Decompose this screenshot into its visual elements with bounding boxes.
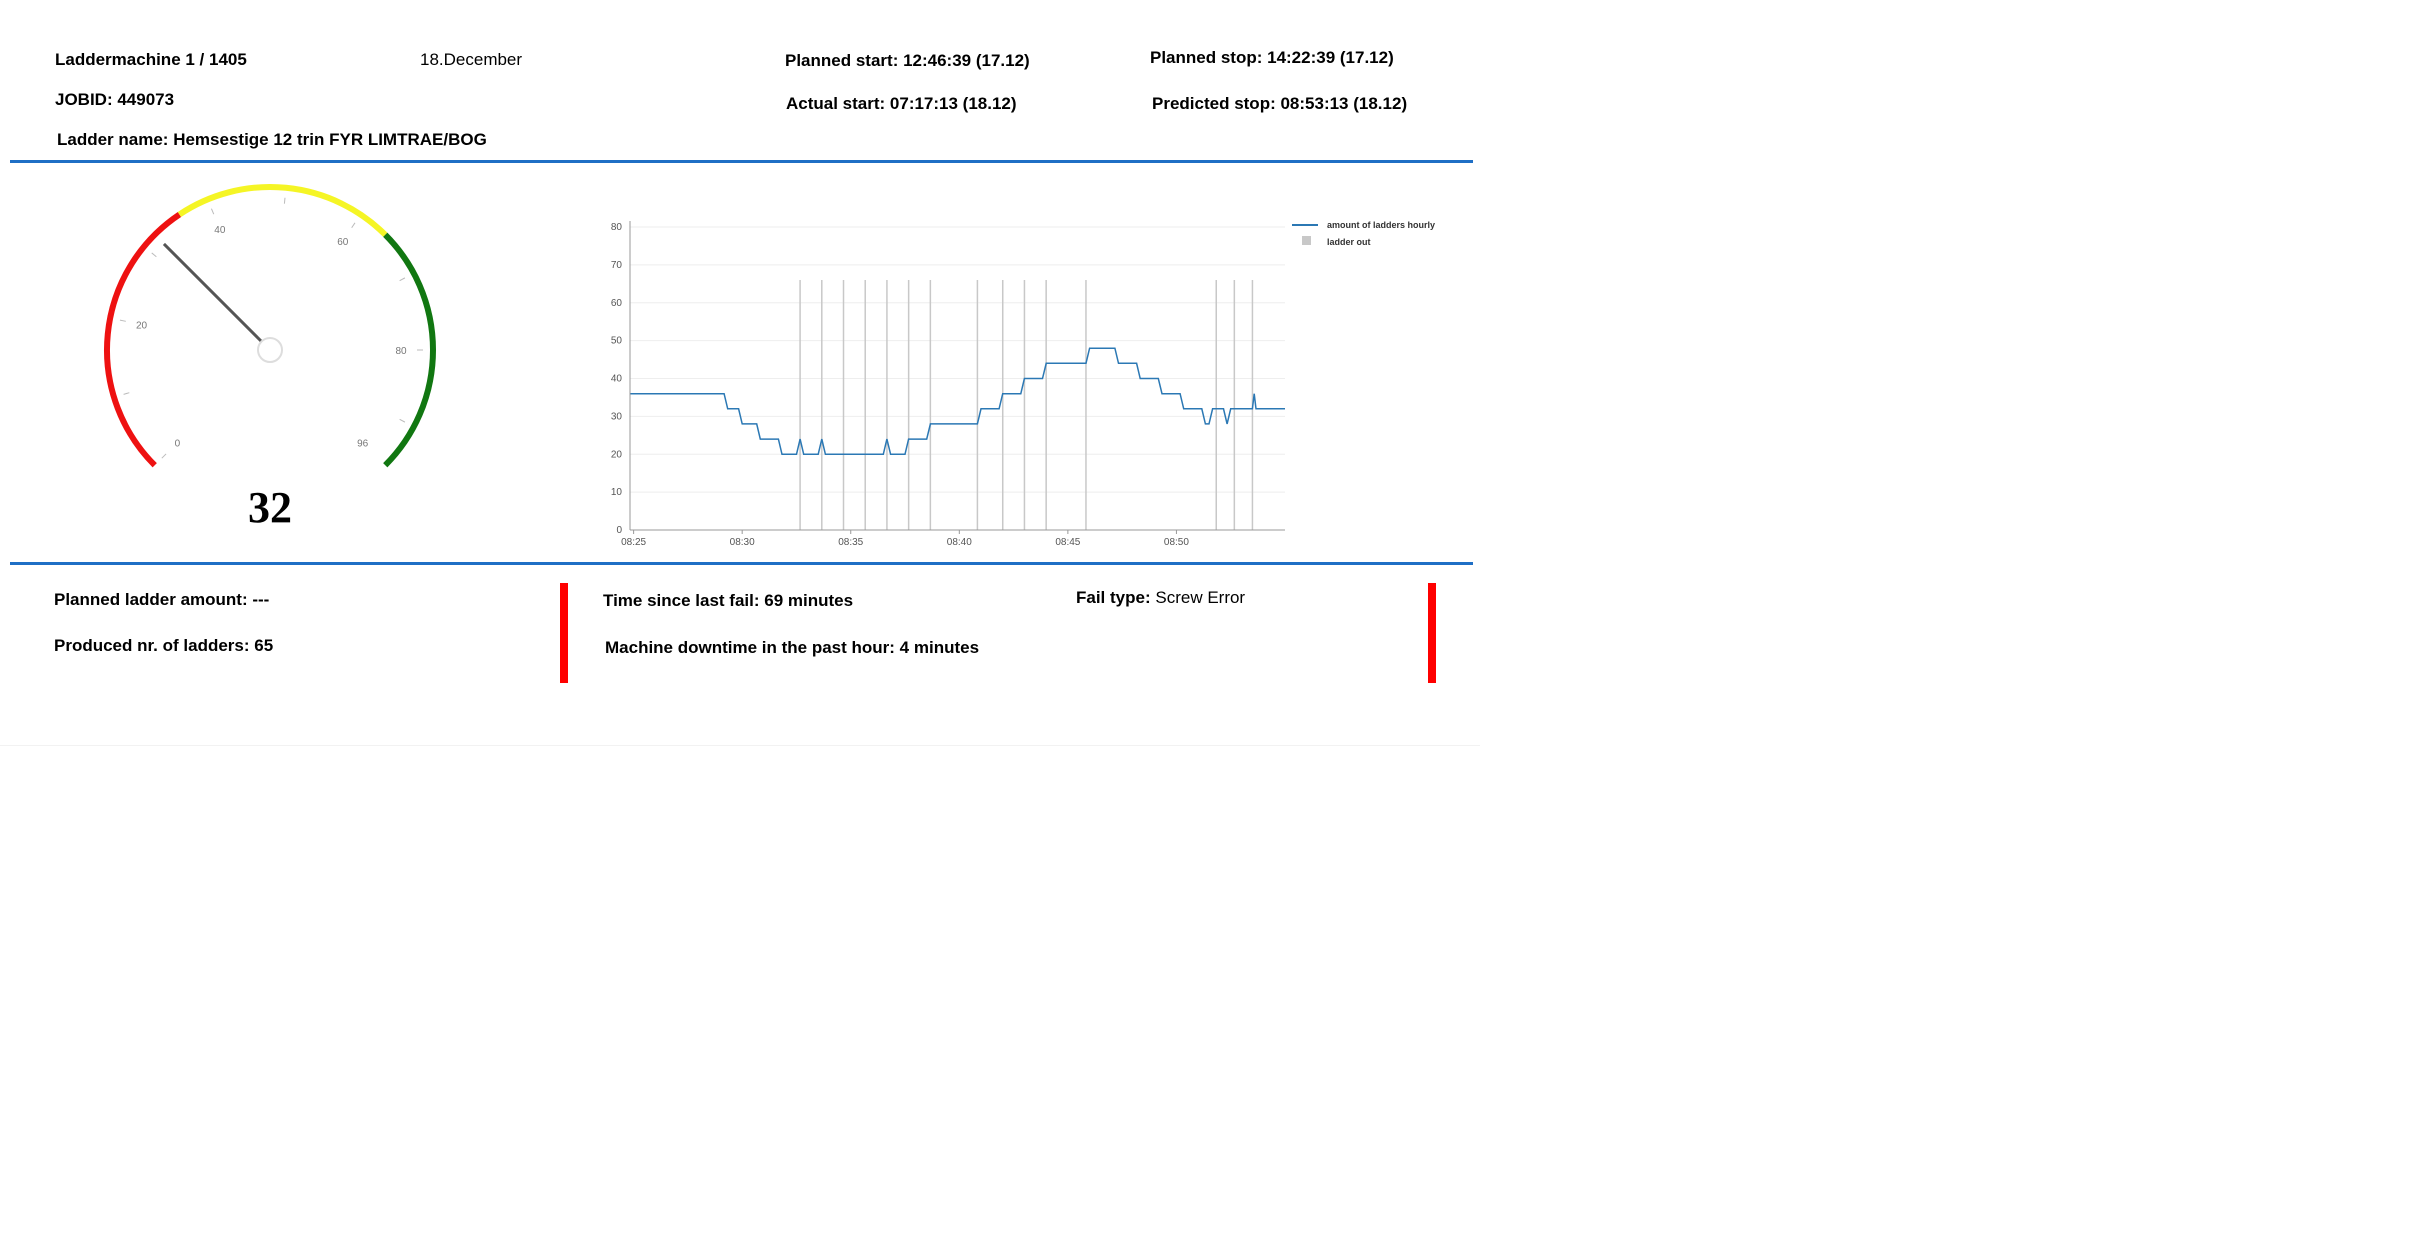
fail-type-value: Screw Error (1155, 588, 1246, 607)
actual-start-label: Actual start: 07:17:13 (18.12) (786, 94, 1017, 113)
speed-gauge: 0 20 40 60 80 96 (104, 184, 436, 468)
chart-y-tick-label: 0 (616, 525, 622, 536)
chart-y-tick-label: 40 (611, 374, 623, 385)
gauge-tick (399, 277, 406, 282)
legend-label-hourly: amount of ladders hourly (1327, 220, 1435, 230)
gauge-band-2 (383, 232, 436, 468)
gauge-needle (162, 242, 272, 352)
planned-amount-label: Planned ladder amount: --- (54, 590, 270, 609)
planned-stop-label: Planned stop: 14:22:39 (17.12) (1150, 48, 1394, 67)
legend-label-ladder-out: ladder out (1327, 237, 1371, 247)
chart-x-tick-label: 08:40 (947, 537, 972, 548)
gauge-tick (351, 222, 356, 229)
gauge-value: 32 (248, 483, 292, 532)
date-label: 18.December (420, 50, 523, 69)
gauge-tick (399, 418, 406, 423)
hourly-ladders-chart: 0 10 20 30 40 50 60 70 80 08:25 08:30 08:35 08:40 08:… (611, 220, 1435, 548)
gauge-tick (119, 319, 126, 322)
chart-x-tick-label: 08:45 (1055, 537, 1080, 548)
gauge-tick-label: 40 (214, 225, 226, 236)
chart-y-tick-label: 30 (611, 411, 623, 422)
page-bottom-line (0, 745, 1480, 746)
chart-y-tick-label: 20 (611, 449, 623, 460)
gauge-tick-label: 60 (337, 237, 349, 248)
chart-y-tick-label: 60 (611, 298, 623, 309)
chart-y-tick-label: 80 (611, 222, 623, 233)
chart-y-tick-label: 10 (611, 487, 623, 498)
legend-box-swatch (1302, 236, 1311, 245)
ladder-name-label: Ladder name: Hemsestige 12 trin FYR LIMT… (57, 130, 487, 149)
gauge-tick-label: 20 (136, 320, 148, 331)
fail-type-caption: Fail type: (1076, 588, 1151, 607)
gauge-band-0 (104, 211, 182, 468)
gauge-tick-label: 96 (357, 439, 369, 450)
chart-x-tick-label: 08:30 (730, 537, 755, 548)
gauge-tick-label: 80 (395, 346, 407, 357)
chart-x-tick-label: 08:25 (621, 537, 646, 548)
fail-indicator-right (1428, 583, 1436, 683)
gauge-tick (210, 208, 215, 215)
chart-x-tick-label: 08:50 (1164, 537, 1189, 548)
chart-y-tick-label: 50 (611, 336, 623, 347)
downtime-label: Machine downtime in the past hour: 4 min… (605, 638, 980, 657)
gauge-tick-label: 0 (175, 439, 181, 450)
gauge-tick (283, 197, 286, 204)
machine-label: Laddermachine 1 / 1405 (55, 50, 247, 69)
gauge-hub (257, 337, 283, 363)
gauge-tick (123, 392, 130, 395)
planned-start-label: Planned start: 12:46:39 (17.12) (785, 51, 1030, 70)
fail-type-label: Fail type: Screw Error (1076, 588, 1245, 608)
time-since-fail-label: Time since last fail: 69 minutes (603, 591, 854, 610)
hourly-ladders-line (630, 347, 1285, 456)
chart-y-tick-label: 70 (611, 260, 623, 271)
jobid-label: JOBID: 449073 (55, 90, 175, 109)
gauge-tick (161, 453, 167, 459)
gauge-tick (151, 252, 157, 258)
bottom-divider (10, 562, 1473, 565)
fail-indicator-left (560, 583, 568, 683)
chart-x-tick-label: 08:35 (838, 537, 863, 548)
predicted-stop-label: Predicted stop: 08:53:13 (18.12) (1152, 94, 1408, 113)
gauge-band-1 (177, 184, 388, 237)
produced-label: Produced nr. of ladders: 65 (54, 636, 274, 655)
